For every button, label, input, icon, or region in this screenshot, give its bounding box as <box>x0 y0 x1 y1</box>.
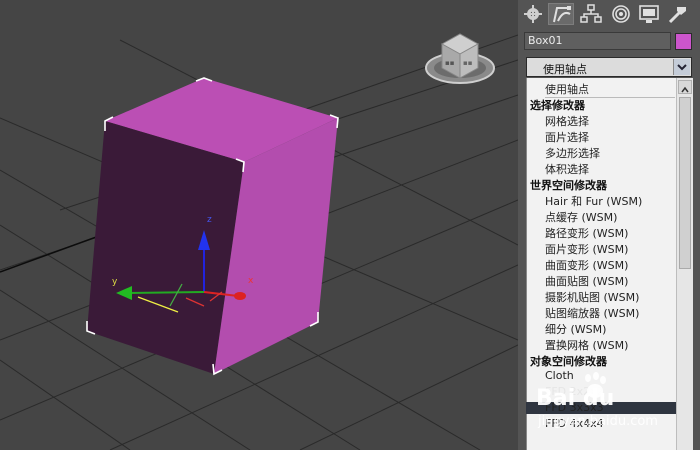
modifier-list-item[interactable]: 面片选择 <box>545 129 589 145</box>
axis-label-z: z <box>207 215 212 225</box>
box01-mesh[interactable] <box>86 77 339 376</box>
list-scrollbar[interactable] <box>676 78 693 450</box>
hierarchy-icon[interactable] <box>578 3 604 25</box>
modify-icon[interactable] <box>548 3 574 25</box>
create-icon[interactable] <box>520 3 546 25</box>
modifier-list-item[interactable]: 贴图缩放器 (WSM) <box>545 305 639 321</box>
scroll-thumb[interactable] <box>679 97 691 269</box>
modifier-list-dropdown[interactable]: 使用轴点 <box>526 57 692 77</box>
modifier-list-item[interactable]: 多边形选择 <box>545 145 600 161</box>
modifier-category: 选择修改器 <box>530 99 585 112</box>
perspective-viewport[interactable]: x y z ▪▪ ▪▪ <box>0 0 518 450</box>
chevron-down-icon[interactable] <box>673 59 690 75</box>
modifier-list-item[interactable]: Cloth <box>545 369 574 382</box>
viewcube-icon[interactable]: ▪▪ ▪▪ <box>425 33 495 84</box>
axis-label-x: x <box>248 276 254 286</box>
object-color-swatch[interactable] <box>675 33 692 50</box>
utilities-icon[interactable] <box>664 3 690 25</box>
modifier-list-item[interactable]: Hair 和 Fur (WSM) <box>545 193 642 209</box>
motion-icon[interactable] <box>608 3 634 25</box>
modifier-list-item[interactable]: 点缓存 (WSM) <box>545 209 617 225</box>
modifier-list-item[interactable]: 曲面贴图 (WSM) <box>545 273 628 289</box>
object-name-field[interactable]: Box01 <box>524 32 671 50</box>
modifier-category: 世界空间修改器 <box>530 179 607 192</box>
viewport-scene: x y z ▪▪ ▪▪ <box>0 33 518 450</box>
modifier-list-item[interactable]: 置换网格 (WSM) <box>545 337 628 353</box>
modifier-category: 对象空间修改器 <box>530 355 607 368</box>
modifier-list-item[interactable]: 曲面变形 (WSM) <box>545 257 628 273</box>
display-icon[interactable] <box>636 3 662 25</box>
watermark-url: jingyan.baidu.com <box>538 414 658 429</box>
modifier-list-item[interactable]: 面片变形 (WSM) <box>545 241 628 257</box>
svg-text:▪▪: ▪▪ <box>463 59 473 67</box>
modifier-list-item[interactable]: 网格选择 <box>545 113 589 129</box>
watermark-logo: Bai du <box>536 386 615 411</box>
modifier-list-item[interactable]: 细分 (WSM) <box>545 321 606 337</box>
modifier-list-item[interactable]: 路径变形 (WSM) <box>545 225 628 241</box>
svg-text:▪▪: ▪▪ <box>445 59 455 67</box>
scroll-up-icon[interactable] <box>678 80 692 94</box>
modifier-list-item[interactable]: 体积选择 <box>545 161 589 177</box>
modifier-dropdown-value: 使用轴点 <box>543 63 587 76</box>
axis-label-y: y <box>112 277 118 287</box>
modifier-list-item[interactable]: 使用轴点 <box>545 81 675 98</box>
modifier-list-item[interactable]: 摄影机贴图 (WSM) <box>545 289 639 305</box>
